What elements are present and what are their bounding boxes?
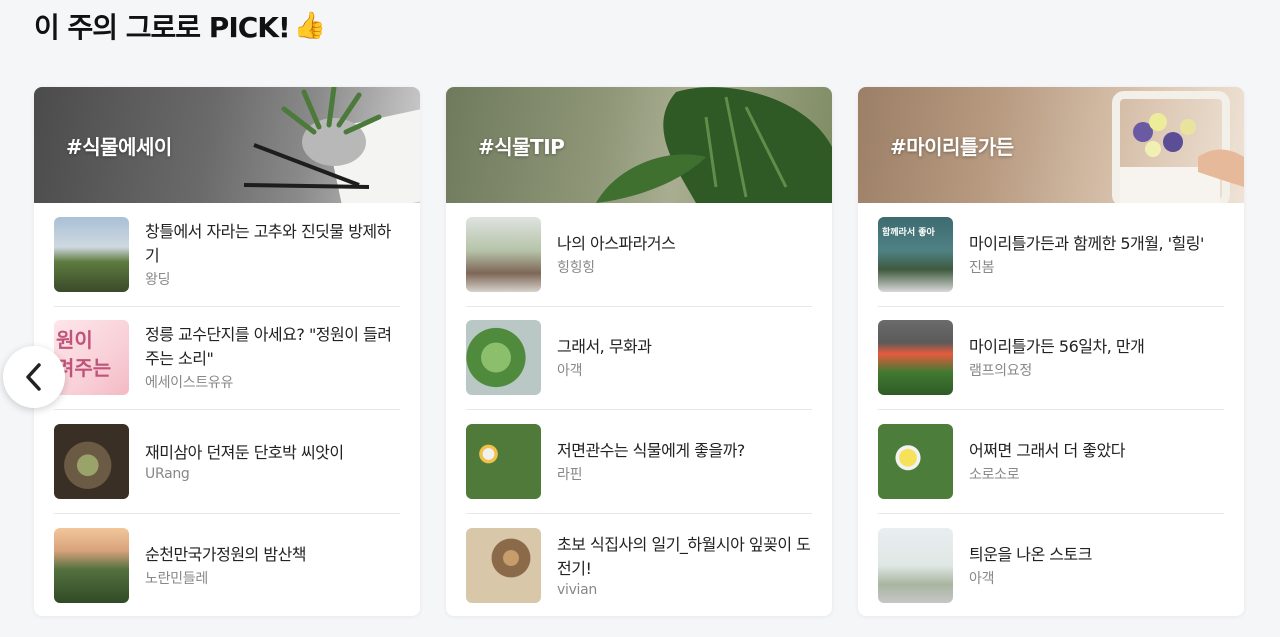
post-author: 노란민들레 xyxy=(145,570,208,587)
section-title-text: 이 주의 그로로 PICK! xyxy=(34,11,291,44)
post-author: vivian xyxy=(557,581,598,598)
post-thumbnail: 원이 려주는 xyxy=(54,320,129,396)
post-author: URang xyxy=(145,465,190,482)
list-item[interactable]: 재미삼아 던져둔 단호박 씨앗이 URang xyxy=(54,410,400,514)
post-title: 그래서, 무화과 xyxy=(557,337,652,357)
post-title: 저면관수는 식물에게 좋을까? xyxy=(557,440,745,460)
list-item[interactable]: 함께라서 좋아 마이리틀가든과 함께한 5개월, '힐링' 진봄 xyxy=(878,203,1224,307)
post-thumbnail xyxy=(54,423,129,499)
card-tag: #마이리틀가든 xyxy=(890,135,1014,159)
card-banner[interactable]: #식물에세이 xyxy=(34,87,420,203)
post-author: 램프의요정 xyxy=(969,363,1032,380)
card-plant-tip: #식물TIP 나의 아스파라거스 힝힝힝 그래서, 무화과 아객 저면관수는 식… xyxy=(446,87,832,616)
post-title: 창틀에서 자라는 고추와 진딧물 방제하기 xyxy=(145,221,391,265)
chevron-left-icon xyxy=(26,363,41,391)
list-item[interactable]: 틔운을 나온 스토크 아객 xyxy=(878,514,1224,617)
card-banner[interactable]: #식물TIP xyxy=(446,87,832,203)
post-title: 초보 식집사의 일기_하월시아 잎꽂이 도전기! xyxy=(557,534,811,578)
list-item[interactable]: 나의 아스파라거스 힝힝힝 xyxy=(466,203,812,307)
thumbnail-caption: 함께라서 좋아 xyxy=(882,227,935,238)
post-title: 재미삼아 던져둔 단호박 씨앗이 xyxy=(145,442,344,462)
post-author: 진봄 xyxy=(969,259,995,276)
list-item[interactable]: 마이리틀가든 56일차, 만개 램프의요정 xyxy=(878,307,1224,410)
post-list: 창틀에서 자라는 고추와 진딧물 방제하기 왕딩 원이 려주는 정릉 교수단지를… xyxy=(34,203,420,616)
post-author: 왕딩 xyxy=(145,271,171,288)
list-item[interactable]: 초보 식집사의 일기_하월시아 잎꽂이 도전기! vivian xyxy=(466,514,812,617)
post-title: 마이리틀가든 56일차, 만개 xyxy=(969,337,1145,357)
section-title: 이 주의 그로로 PICK! 👍 xyxy=(34,6,326,46)
post-thumbnail xyxy=(466,320,541,396)
post-title: 어쩌면 그래서 더 좋았다 xyxy=(969,440,1125,460)
post-author: 아객 xyxy=(969,570,995,587)
post-thumbnail xyxy=(878,320,953,396)
card-tag: #식물에세이 xyxy=(66,135,172,159)
post-author: 소로소로 xyxy=(969,466,1020,483)
post-title: 틔운을 나온 스토크 xyxy=(969,544,1092,564)
list-item[interactable]: 저면관수는 식물에게 좋을까? 라핀 xyxy=(466,410,812,514)
post-thumbnail xyxy=(54,527,129,603)
post-title: 순천만국가정원의 밤산책 xyxy=(145,544,307,564)
post-title: 마이리틀가든과 함께한 5개월, '힐링' xyxy=(969,233,1204,253)
post-author: 아객 xyxy=(557,363,583,380)
post-author: 힝힝힝 xyxy=(557,259,595,276)
list-item[interactable]: 원이 려주는 정릉 교수단지를 아세요? "정원이 들려주는 소리" 에세이스트… xyxy=(54,307,400,410)
post-title: 나의 아스파라거스 xyxy=(557,233,676,253)
card-tag: #식물TIP xyxy=(478,135,565,159)
thumbs-up-icon: 👍 xyxy=(293,11,326,41)
post-author: 에세이스트유유 xyxy=(145,375,234,392)
card-banner[interactable]: #마이리틀가든 xyxy=(858,87,1244,203)
post-list: 함께라서 좋아 마이리틀가든과 함께한 5개월, '힐링' 진봄 마이리틀가든 … xyxy=(858,203,1244,616)
post-author: 라핀 xyxy=(557,466,583,483)
pick-section: 이 주의 그로로 PICK! 👍 #식물에세이 창틀에서 자라는 고추와 진딧물… xyxy=(0,0,1280,637)
post-thumbnail xyxy=(466,216,541,292)
post-thumbnail: 함께라서 좋아 xyxy=(878,216,953,292)
card-plant-essay: #식물에세이 창틀에서 자라는 고추와 진딧물 방제하기 왕딩 원이 려주는 정… xyxy=(34,87,420,616)
list-item[interactable]: 순천만국가정원의 밤산책 노란민들레 xyxy=(54,514,400,617)
post-thumbnail xyxy=(466,423,541,499)
post-thumbnail xyxy=(878,527,953,603)
list-item[interactable]: 창틀에서 자라는 고추와 진딧물 방제하기 왕딩 xyxy=(54,203,400,307)
post-list: 나의 아스파라거스 힝힝힝 그래서, 무화과 아객 저면관수는 식물에게 좋을까… xyxy=(446,203,832,616)
list-item[interactable]: 어쩌면 그래서 더 좋았다 소로소로 xyxy=(878,410,1224,514)
card-my-little-garden: #마이리틀가든 함께라서 좋아 마이리틀가든과 함께한 5개월, '힐링' 진봄… xyxy=(858,87,1244,616)
list-item[interactable]: 그래서, 무화과 아객 xyxy=(466,307,812,410)
carousel-prev-button[interactable] xyxy=(3,346,65,408)
post-thumbnail xyxy=(878,423,953,499)
post-title: 정릉 교수단지를 아세요? "정원이 들려주는 소리" xyxy=(145,325,392,369)
post-thumbnail xyxy=(466,527,541,603)
post-thumbnail xyxy=(54,216,129,292)
